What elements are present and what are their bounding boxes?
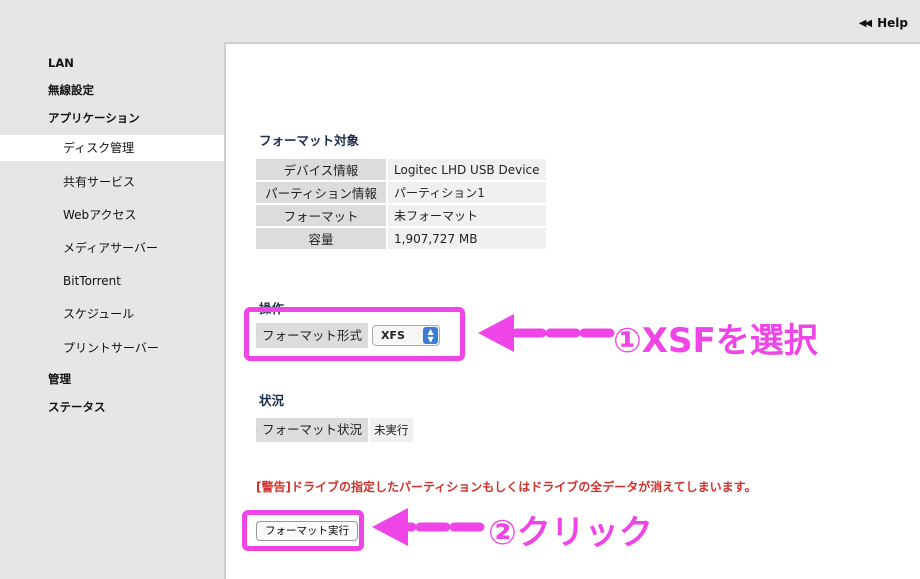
arrow-to-format-type-icon: [478, 314, 615, 352]
annotation-step2: ②クリック: [488, 513, 653, 553]
annotation-arrows: [372, 314, 615, 546]
annotation-step1: ①XSFを選択: [613, 321, 818, 361]
arrow-to-execute-button-icon: [372, 508, 485, 546]
